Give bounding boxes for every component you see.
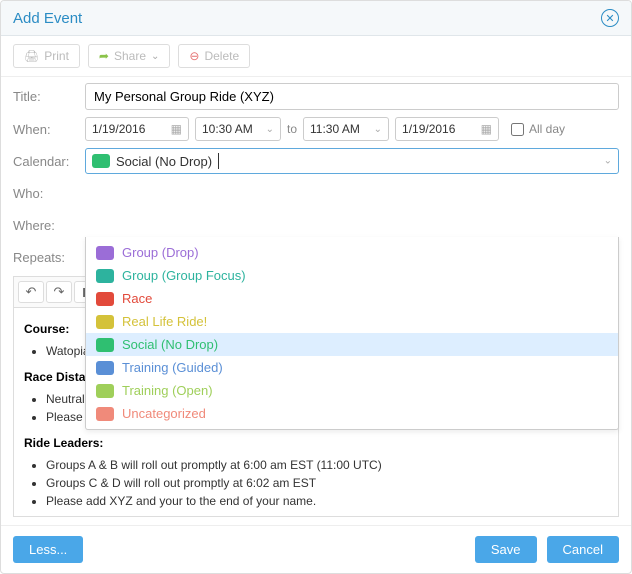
calendar-icon: ▦ — [481, 122, 492, 136]
close-icon: ✕ — [605, 12, 614, 25]
calendar-option-label: Training (Guided) — [122, 360, 223, 375]
color-swatch — [96, 246, 114, 260]
share-button[interactable]: ➦ Share ⌄ — [88, 44, 170, 68]
color-swatch — [96, 361, 114, 375]
color-swatch — [96, 292, 114, 306]
calendar-option[interactable]: Training (Open) — [86, 379, 618, 402]
chevron-down-icon: ⌄ — [374, 124, 382, 135]
repeats-label: Repeats: — [13, 250, 85, 265]
chevron-down-icon: ⌄ — [266, 124, 274, 135]
title-input[interactable] — [85, 83, 619, 110]
close-button[interactable]: ✕ — [601, 9, 619, 27]
save-button[interactable]: Save — [475, 536, 537, 563]
all-day-label: All day — [529, 122, 565, 136]
chevron-down-icon: ⌄ — [151, 51, 159, 62]
calendar-label: Calendar: — [13, 154, 85, 169]
share-icon: ➦ — [99, 49, 109, 63]
color-swatch — [96, 384, 114, 398]
calendar-option-label: Uncategorized — [122, 406, 206, 421]
to-label: to — [287, 122, 297, 136]
color-swatch — [96, 269, 114, 283]
redo-button[interactable]: ↷ — [46, 281, 72, 303]
date-start-value: 1/19/2016 — [92, 122, 145, 136]
list-item: Please add XYZ and your to the end of yo… — [46, 492, 608, 510]
delete-label: Delete — [204, 49, 239, 63]
print-label: Print — [44, 49, 69, 63]
who-label: Who: — [13, 186, 85, 201]
calendar-option-label: Real Life Ride! — [122, 314, 207, 329]
calendar-option[interactable]: Social (No Drop) — [86, 333, 618, 356]
date-start-input[interactable]: 1/19/2016 ▦ — [85, 117, 189, 141]
color-swatch — [96, 338, 114, 352]
calendar-option-label: Training (Open) — [122, 383, 213, 398]
share-label: Share — [114, 49, 146, 63]
calendar-option[interactable]: Group (Group Focus) — [86, 264, 618, 287]
print-icon: 🖨 — [24, 49, 39, 63]
when-label: When: — [13, 122, 85, 137]
calendar-dropdown[interactable]: Group (Drop) Group (Group Focus) Race Real … — [85, 237, 619, 430]
all-day-checkbox[interactable] — [511, 123, 524, 136]
less-button[interactable]: Less... — [13, 536, 83, 563]
print-button[interactable]: 🖨 Print — [13, 44, 80, 68]
time-end-value: 11:30 AM — [310, 122, 360, 136]
date-end-value: 1/19/2016 — [402, 122, 455, 136]
time-end-input[interactable]: 11:30 AM ⌄ — [303, 117, 389, 141]
dialog-title: Add Event — [13, 10, 82, 27]
list-item: Groups C & D will roll out promptly at 6… — [46, 474, 608, 492]
time-start-input[interactable]: 10:30 AM ⌄ — [195, 117, 281, 141]
cancel-button[interactable]: Cancel — [547, 536, 619, 563]
calendar-option[interactable]: Training (Guided) — [86, 356, 618, 379]
calendar-option-label: Social (No Drop) — [122, 337, 218, 352]
calendar-option-label: Race — [122, 291, 152, 306]
list-item: Groups A & B will roll out promptly at 6… — [46, 456, 608, 474]
leaders-heading: Ride Leaders: — [24, 436, 103, 450]
calendar-option-label: Group (Drop) — [122, 245, 199, 260]
calendar-option-label: Group (Group Focus) — [122, 268, 246, 283]
course-heading: Course: — [24, 322, 69, 336]
calendar-option[interactable]: Real Life Ride! — [86, 310, 618, 333]
calendar-icon: ▦ — [171, 122, 182, 136]
delete-icon: ⊖ — [189, 49, 199, 63]
time-start-value: 10:30 AM — [202, 122, 253, 136]
color-swatch — [96, 315, 114, 329]
title-label: Title: — [13, 89, 85, 104]
where-label: Where: — [13, 218, 85, 233]
calendar-combobox[interactable]: Social (No Drop) ⌄ — [85, 148, 619, 174]
calendar-option[interactable]: Uncategorized — [86, 402, 618, 425]
delete-button[interactable]: ⊖ Delete — [178, 44, 250, 68]
calendar-option[interactable]: Group (Drop) — [86, 241, 618, 264]
calendar-swatch — [92, 154, 110, 168]
color-swatch — [96, 407, 114, 421]
chevron-down-icon: ⌄ — [604, 156, 612, 167]
undo-button[interactable]: ↶ — [18, 281, 44, 303]
calendar-selected-value: Social (No Drop) — [116, 154, 212, 169]
calendar-option[interactable]: Race — [86, 287, 618, 310]
date-end-input[interactable]: 1/19/2016 ▦ — [395, 117, 499, 141]
text-cursor — [218, 153, 219, 169]
